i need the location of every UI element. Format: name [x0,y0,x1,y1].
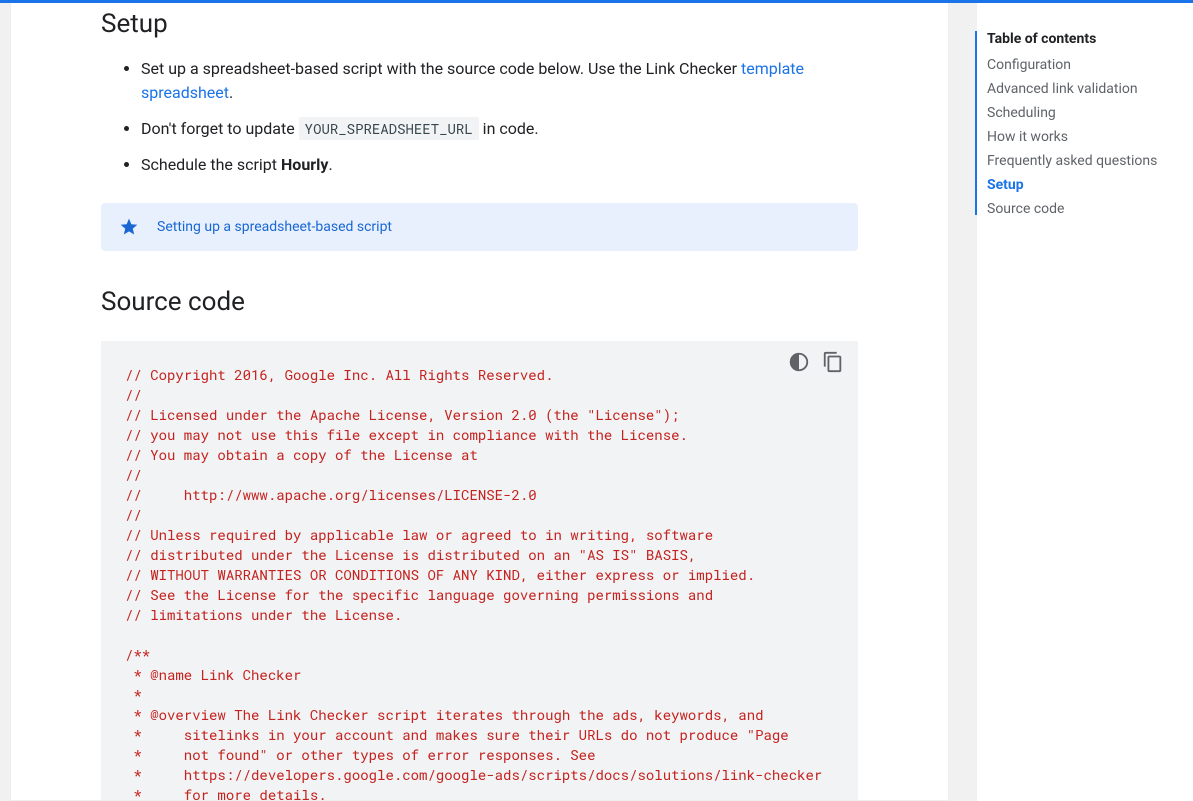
setup-list: Set up a spreadsheet-based script with t… [101,57,858,177]
copy-icon[interactable] [822,351,844,373]
dark-mode-icon[interactable] [788,351,810,373]
code-comment: // Copyright 2016, Google Inc. All Right… [125,365,822,801]
toc-item[interactable]: How it works [977,125,1181,149]
text-fragment: . [328,155,332,174]
section-heading-source-code: Source code [101,287,858,317]
text-fragment: . [229,83,233,102]
toc-title: Table of contents [977,27,1181,53]
code-block: // Copyright 2016, Google Inc. All Right… [101,341,858,801]
toc-item[interactable]: Scheduling [977,101,1181,125]
toc: Table of contents ConfigurationAdvanced … [977,3,1193,801]
gutter-middle [949,3,977,801]
page: Setup Set up a spreadsheet-based script … [0,3,1193,801]
toc-item[interactable]: Configuration [977,53,1181,77]
callout-box: Setting up a spreadsheet-based script [101,203,858,251]
list-item: Don't forget to update YOUR_SPREADSHEET_… [141,117,858,141]
list-item: Set up a spreadsheet-based script with t… [141,57,858,105]
text-fragment: Set up a spreadsheet-based script with t… [141,59,741,78]
toc-item[interactable]: Setup [977,173,1181,197]
toc-item[interactable]: Source code [977,197,1181,221]
list-item: Schedule the script Hourly. [141,153,858,177]
text-fragment: in code. [479,119,539,138]
text-fragment: Schedule the script [141,155,281,174]
toc-item[interactable]: Advanced link validation [977,77,1181,101]
toc-item[interactable]: Frequently asked questions [977,149,1181,173]
section-heading-setup: Setup [101,9,858,39]
gutter-left [0,3,10,801]
main-panel: Setup Set up a spreadsheet-based script … [10,3,949,801]
star-icon [119,217,139,237]
text-fragment: Don't forget to update [141,119,299,138]
inline-code: YOUR_SPREADSHEET_URL [299,117,479,140]
callout-link[interactable]: Setting up a spreadsheet-based script [157,219,392,235]
bold-text: Hourly [281,155,328,174]
